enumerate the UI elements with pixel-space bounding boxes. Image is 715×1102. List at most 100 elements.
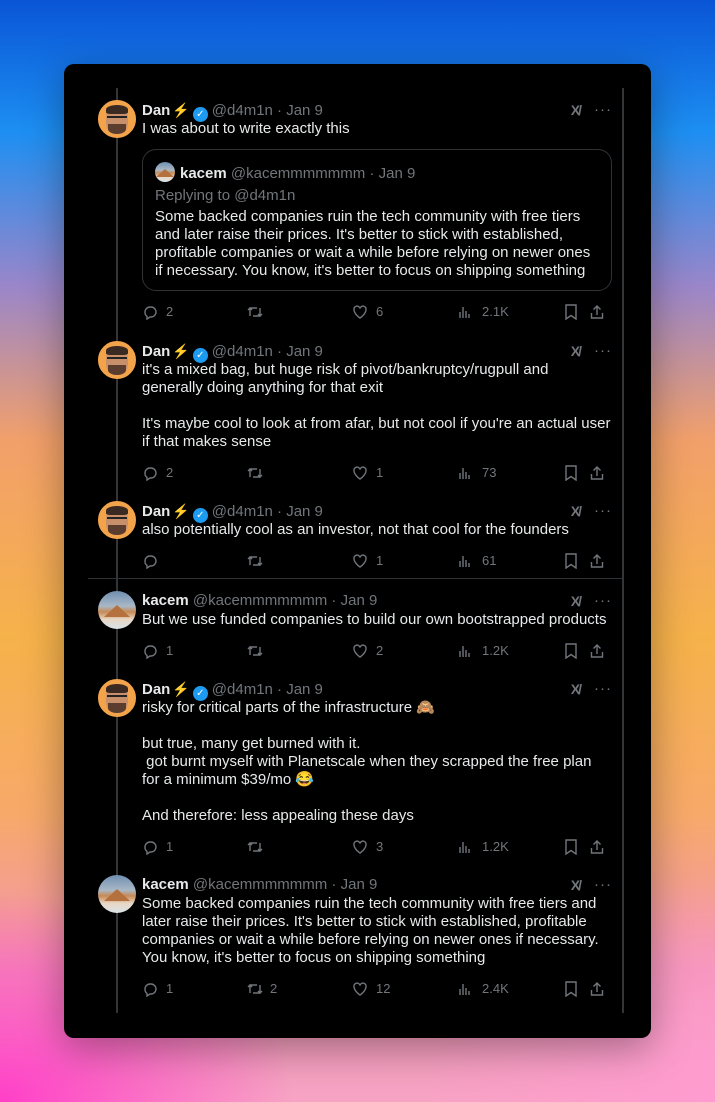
tweet[interactable]: kacem @kacemmmmmmm · Jan 9 X/ ··· Some b… xyxy=(98,875,612,999)
like-button[interactable]: 1 xyxy=(352,463,383,483)
more-icon[interactable]: ··· xyxy=(594,341,612,361)
author-name[interactable]: Dan xyxy=(142,102,170,119)
grok-icon[interactable]: X/ xyxy=(571,100,582,120)
tweet[interactable]: Dan ⚡ ✓ @d4m1n · Jan 9 X/ ··· I was about t… xyxy=(98,100,612,326)
more-icon[interactable]: ··· xyxy=(594,591,612,611)
more-icon[interactable]: ··· xyxy=(594,100,612,120)
views-button[interactable]: 1.2K xyxy=(458,837,509,857)
more-icon[interactable]: ··· xyxy=(594,501,612,521)
avatar[interactable] xyxy=(98,341,136,379)
share-button[interactable] xyxy=(590,641,608,661)
grok-icon[interactable]: X/ xyxy=(571,501,582,521)
avatar[interactable] xyxy=(155,162,175,182)
views-button[interactable]: 73 xyxy=(458,463,496,483)
author-handle[interactable]: @kacemmmmmmm · Jan 9 xyxy=(193,592,377,609)
avatar[interactable] xyxy=(98,875,136,913)
tweet[interactable]: Dan ⚡ ✓ @d4m1n · Jan 9 X/ ··· also potentia… xyxy=(98,501,612,571)
share-icon xyxy=(590,981,608,997)
retweet-button[interactable] xyxy=(246,463,270,483)
tweet-actions: 2 1 73 xyxy=(142,463,612,483)
views-count: 1.2K xyxy=(482,839,509,854)
tweet[interactable]: Dan ⚡ ✓ @d4m1n · Jan 9 X/ ··· risky for cri… xyxy=(98,679,612,857)
retweet-icon xyxy=(246,553,264,569)
reply-count: 1 xyxy=(166,981,174,996)
reply-button[interactable]: 1 xyxy=(142,837,173,857)
like-count: 3 xyxy=(376,839,384,854)
author-handle[interactable]: @d4m1n · Jan 9 xyxy=(212,102,323,119)
reply-button[interactable]: 1 xyxy=(142,641,173,661)
more-icon[interactable]: ··· xyxy=(594,679,612,699)
views-button[interactable]: 2.4K xyxy=(458,979,509,999)
author-handle[interactable]: @d4m1n · Jan 9 xyxy=(212,343,323,360)
retweet-button[interactable] xyxy=(246,302,270,322)
bookmark-button[interactable] xyxy=(564,463,582,483)
grok-icon[interactable]: X/ xyxy=(571,591,582,611)
tweet[interactable]: kacem @kacemmmmmmm · Jan 9 X/ ··· But we… xyxy=(98,591,612,661)
views-button[interactable]: 1.2K xyxy=(458,641,509,661)
verified-badge-icon: ✓ xyxy=(192,686,208,701)
retweet-button[interactable]: 2 xyxy=(246,979,277,999)
tweet[interactable]: Dan ⚡ ✓ @d4m1n · Jan 9 X/ ··· it's a mixed … xyxy=(98,341,612,483)
retweet-button[interactable] xyxy=(246,551,270,571)
grok-icon[interactable]: X/ xyxy=(571,679,582,699)
author-name[interactable]: Dan xyxy=(142,503,170,520)
grok-icon[interactable]: X/ xyxy=(571,341,582,361)
author-name[interactable]: kacem xyxy=(142,876,189,893)
reply-button[interactable]: 2 xyxy=(142,463,173,483)
tweet-actions: 1 61 xyxy=(142,551,612,571)
reply-button[interactable] xyxy=(142,551,166,571)
share-icon xyxy=(590,839,608,855)
quoted-author-name[interactable]: kacem xyxy=(180,165,227,182)
bookmark-icon xyxy=(564,553,582,569)
bookmark-button[interactable] xyxy=(564,302,582,322)
bookmark-button[interactable] xyxy=(564,837,582,857)
views-button[interactable]: 2.1K xyxy=(458,302,509,322)
reply-button[interactable]: 1 xyxy=(142,979,173,999)
author-name[interactable]: Dan xyxy=(142,343,170,360)
quoted-author-handle[interactable]: @kacemmmmmmm · Jan 9 xyxy=(231,165,415,182)
like-button[interactable]: 12 xyxy=(352,979,390,999)
avatar[interactable] xyxy=(98,501,136,539)
retweet-button[interactable] xyxy=(246,837,270,857)
share-icon xyxy=(590,553,608,569)
share-button[interactable] xyxy=(590,551,608,571)
lightning-emoji: ⚡ xyxy=(172,503,190,519)
grok-icon[interactable]: X/ xyxy=(571,875,582,895)
views-count: 73 xyxy=(482,465,497,480)
tweet-actions: 2 6 2.1K xyxy=(142,302,612,322)
retweet-button[interactable] xyxy=(246,641,270,661)
avatar[interactable] xyxy=(98,679,136,717)
author-name[interactable]: Dan xyxy=(142,681,170,698)
reply-count: 1 xyxy=(166,839,174,854)
author-handle[interactable]: @d4m1n · Jan 9 xyxy=(212,681,323,698)
lightning-emoji: ⚡ xyxy=(172,102,190,118)
reply-icon xyxy=(142,981,160,997)
share-button[interactable] xyxy=(590,979,608,999)
avatar[interactable] xyxy=(98,591,136,629)
tweet-text: But we use funded companies to build our… xyxy=(142,611,607,628)
reply-button[interactable]: 2 xyxy=(142,302,173,322)
bookmark-button[interactable] xyxy=(564,979,582,999)
like-button[interactable]: 3 xyxy=(352,837,383,857)
like-button[interactable]: 2 xyxy=(352,641,383,661)
share-button[interactable] xyxy=(590,302,608,322)
like-button[interactable]: 1 xyxy=(352,551,383,571)
share-button[interactable] xyxy=(590,837,608,857)
views-button[interactable]: 61 xyxy=(458,551,496,571)
bookmark-button[interactable] xyxy=(564,641,582,661)
author-handle[interactable]: @d4m1n · Jan 9 xyxy=(212,503,323,520)
avatar[interactable] xyxy=(98,100,136,138)
reply-icon xyxy=(142,553,160,569)
quoted-tweet[interactable]: kacem @kacemmmmmmm · Jan 9 Replying to @… xyxy=(142,149,612,291)
retweet-icon xyxy=(246,839,264,855)
like-count: 12 xyxy=(376,981,391,996)
author-name[interactable]: kacem xyxy=(142,592,189,609)
share-button[interactable] xyxy=(590,463,608,483)
retweet-icon xyxy=(246,304,264,320)
more-icon[interactable]: ··· xyxy=(594,875,612,895)
like-button[interactable]: 6 xyxy=(352,302,383,322)
reply-count: 2 xyxy=(166,465,174,480)
verified-badge-icon: ✓ xyxy=(192,348,208,363)
author-handle[interactable]: @kacemmmmmmm · Jan 9 xyxy=(193,876,377,893)
bookmark-button[interactable] xyxy=(564,551,582,571)
